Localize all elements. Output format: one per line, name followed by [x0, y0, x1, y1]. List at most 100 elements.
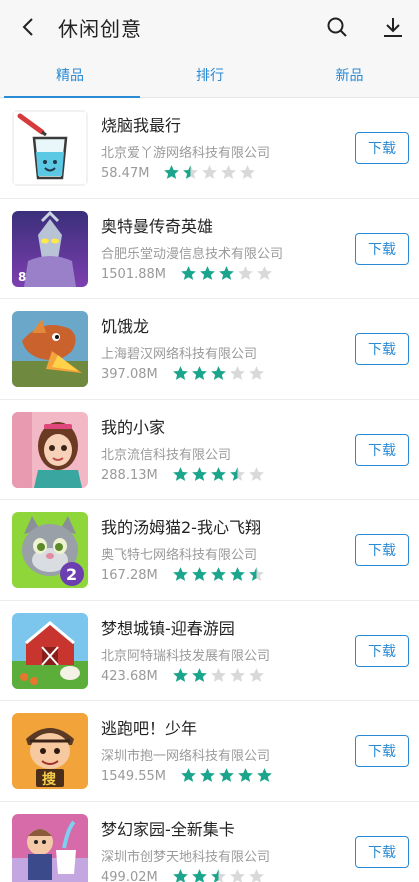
list-item[interactable]: 梦想城镇-迎春游园 北京阿特瑞科技发展有限公司 423.68M 下载 — [0, 601, 419, 701]
star-icon — [230, 868, 245, 882]
star-icon — [249, 667, 264, 682]
app-size: 1501.88M — [101, 266, 166, 282]
list-item[interactable]: 搜 逃跑吧！少年 深圳市抱一网络科技有限公司 1549.55M 下载 — [0, 701, 419, 802]
svg-text:搜: 搜 — [42, 771, 57, 788]
app-list: 烧脑我最行 北京爱丫游网络科技有限公司 58.47M 下载 8 奥特曼传奇英雄 … — [0, 98, 419, 882]
download-button[interactable]: 下载 — [355, 534, 409, 566]
star-icon — [257, 768, 272, 782]
tab-new[interactable]: 新品 — [280, 52, 419, 98]
star-icon — [192, 366, 207, 380]
download-button[interactable]: 下载 — [355, 735, 409, 767]
star-icon — [200, 265, 215, 280]
star-rating — [180, 265, 273, 283]
star-icon — [249, 466, 264, 481]
tab-featured-label: 精品 — [56, 68, 84, 84]
star-rating — [172, 365, 265, 383]
app-name: 梦想城镇-迎春游园 — [101, 618, 235, 638]
star-icon — [249, 868, 264, 882]
runner-boy-icon: 搜 — [12, 713, 88, 789]
star-rating — [172, 466, 265, 484]
star-icon — [211, 567, 226, 581]
download-button[interactable]: 下载 — [355, 433, 409, 466]
star-icon — [230, 466, 245, 481]
star-icon — [192, 667, 207, 682]
download-button[interactable]: 下载 — [355, 835, 409, 868]
tab-ranking[interactable]: 排行 — [140, 52, 280, 98]
app-size: 423.68M — [101, 668, 158, 684]
ultraman-icon: 8 — [12, 210, 88, 287]
app-name: 梦幻家园-全新集卡 — [101, 819, 235, 839]
app-name: 逃跑吧！少年 — [101, 719, 198, 738]
search-button[interactable] — [320, 10, 354, 44]
download-manager-button[interactable] — [376, 10, 410, 44]
app-size: 1549.55M — [101, 769, 166, 784]
app-size: 397.08M — [101, 367, 158, 382]
download-button[interactable]: 下载 — [355, 333, 409, 365]
tab-featured[interactable]: 精品 — [0, 52, 140, 98]
star-icon — [211, 366, 226, 380]
star-icon — [181, 265, 196, 280]
list-item[interactable]: 我的小家 北京流信科技有限公司 288.13M 下载 — [0, 400, 419, 500]
star-icon — [181, 768, 196, 782]
app-name: 奥特曼传奇英雄 — [101, 216, 214, 236]
category-tabs: 精品 排行 新品 — [0, 52, 419, 98]
star-icon — [211, 868, 226, 882]
app-company: 深圳市创梦天地科技有限公司 — [101, 849, 271, 865]
app-size: 288.13M — [101, 467, 158, 483]
list-item[interactable]: 烧脑我最行 北京爱丫游网络科技有限公司 58.47M 下载 — [0, 98, 419, 199]
butler-toilet-icon — [12, 813, 88, 882]
girl-character-icon — [12, 411, 88, 488]
star-icon — [173, 567, 188, 581]
app-name: 我的小家 — [101, 417, 166, 437]
star-icon — [240, 165, 255, 179]
star-rating — [163, 164, 256, 182]
star-icon — [192, 567, 207, 581]
star-icon — [164, 165, 179, 179]
star-icon — [257, 265, 272, 280]
star-icon — [211, 667, 226, 682]
star-icon — [192, 466, 207, 481]
app-size: 58.47M — [101, 166, 150, 181]
star-icon — [230, 567, 245, 581]
star-icon — [238, 768, 253, 782]
download-button[interactable]: 下载 — [355, 232, 409, 265]
star-icon — [219, 768, 234, 782]
app-name: 我的汤姆猫2-我心飞翔 — [101, 518, 261, 537]
download-button[interactable]: 下载 — [355, 132, 409, 164]
list-item[interactable]: 2 我的汤姆猫2-我心飞翔 奥飞特七网络科技有限公司 167.28M 下载 — [0, 500, 419, 601]
water-cup-game-icon — [12, 110, 88, 186]
app-name: 烧脑我最行 — [101, 116, 182, 135]
star-icon — [183, 165, 198, 179]
star-icon — [173, 667, 188, 682]
star-icon — [238, 265, 253, 280]
star-icon — [249, 567, 264, 581]
star-icon — [230, 667, 245, 682]
download-button[interactable]: 下载 — [355, 634, 409, 667]
dragon-icon — [12, 311, 88, 387]
header-bar: 休闲创意 — [0, 0, 419, 52]
star-icon — [192, 868, 207, 882]
talking-tom-icon: 2 — [12, 512, 88, 588]
back-button[interactable] — [12, 10, 46, 44]
app-company: 北京爱丫游网络科技有限公司 — [101, 146, 271, 161]
app-company: 奥飞特七网络科技有限公司 — [101, 548, 258, 563]
star-rating — [172, 868, 265, 882]
star-icon — [200, 768, 215, 782]
app-size: 167.28M — [101, 568, 158, 583]
search-icon — [327, 17, 347, 37]
star-icon — [230, 366, 245, 380]
tab-ranking-label: 排行 — [196, 68, 224, 84]
star-icon — [219, 265, 234, 280]
list-item[interactable]: 饥饿龙 上海碧汉网络科技有限公司 397.08M 下载 — [0, 299, 419, 400]
star-rating — [172, 667, 265, 685]
app-size: 499.02M — [101, 869, 158, 882]
star-icon — [202, 165, 217, 179]
app-company: 合肥乐堂动漫信息技术有限公司 — [101, 246, 284, 262]
star-icon — [173, 366, 188, 380]
download-icon — [384, 18, 402, 37]
app-company: 北京流信科技有限公司 — [101, 447, 232, 463]
app-company: 上海碧汉网络科技有限公司 — [101, 347, 258, 362]
farm-barn-icon — [12, 612, 88, 689]
list-item[interactable]: 8 奥特曼传奇英雄 合肥乐堂动漫信息技术有限公司 1501.88M 下载 — [0, 199, 419, 299]
list-item[interactable]: 梦幻家园-全新集卡 深圳市创梦天地科技有限公司 499.02M 下载 — [0, 802, 419, 882]
